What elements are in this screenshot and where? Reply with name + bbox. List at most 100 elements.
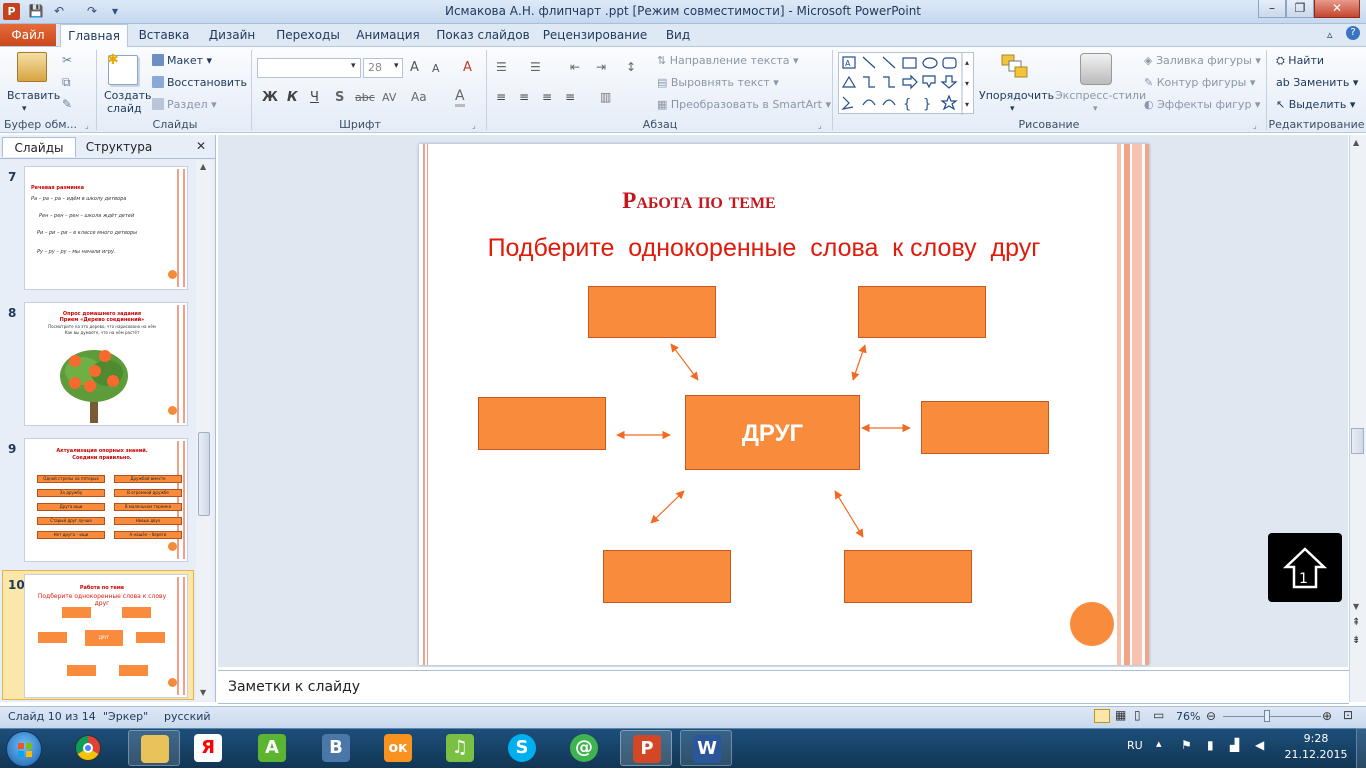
font-family-dropdown-icon[interactable]: ▾ (351, 61, 356, 71)
tab-design[interactable]: Дизайн (200, 24, 264, 46)
taskbar-yandex[interactable]: Я (186, 730, 230, 766)
taskbar-explorer[interactable] (128, 730, 180, 766)
text-direction-button[interactable]: ⇅ Направление текста ▾ (657, 54, 799, 67)
clock-time[interactable]: 9:28 (1290, 732, 1342, 745)
tab-outline[interactable]: Структура (80, 137, 158, 157)
help-icon[interactable]: ? (1346, 26, 1360, 40)
copy-icon[interactable]: ⧉ (62, 75, 71, 90)
tray-expand-icon[interactable]: ▴ (1156, 737, 1162, 750)
tab-slideshow[interactable]: Показ слайдов (432, 24, 534, 46)
quick-styles-button[interactable]: Экспресс-стили (1055, 89, 1146, 102)
align-center-icon[interactable]: ≡ (519, 90, 529, 104)
decrease-indent-icon[interactable]: ⇤ (570, 60, 580, 74)
section-button[interactable]: Раздел ▾ (152, 98, 217, 111)
minimize-ribbon-icon[interactable]: ▵ (1327, 28, 1333, 41)
font-launcher-icon[interactable]: ⌟ (472, 121, 476, 130)
zoom-out-icon[interactable]: ⊖ (1206, 709, 1216, 723)
battery-icon[interactable]: ▮ (1207, 738, 1214, 752)
grow-font-icon[interactable]: A (410, 60, 419, 75)
zoom-slider-thumb[interactable] (1264, 710, 1271, 722)
tab-home[interactable]: Главная (60, 24, 128, 48)
bold-button[interactable]: Ж (262, 90, 278, 105)
font-size-dropdown-icon[interactable]: ▾ (394, 61, 399, 71)
cut-icon[interactable]: ✂ (62, 53, 72, 67)
select-button[interactable]: ↖ Выделить ▾ (1276, 98, 1355, 111)
slide-scroll-thumb[interactable] (1351, 428, 1364, 454)
align-text-button[interactable]: ▤ Выровнять текст ▾ (657, 76, 779, 89)
close-pane-button[interactable]: ✕ (196, 139, 206, 153)
slide-thumbnail-7[interactable]: Речевая разминка Ра – ра – ра – идём в ш… (24, 166, 188, 290)
clipboard-launcher-icon[interactable]: ⌟ (85, 121, 89, 130)
scroll-down-icon[interactable]: ▼ (200, 688, 206, 697)
scroll-up-icon[interactable]: ▲ (1353, 138, 1359, 147)
zoom-level[interactable]: 76% (1176, 710, 1200, 723)
shape-effects-button[interactable]: ◐ Эффекты фигур ▾ (1144, 98, 1260, 111)
arrange-dropdown-icon[interactable]: ▾ (1010, 104, 1015, 114)
tab-file[interactable]: Файл (0, 24, 56, 46)
paste-button[interactable]: Вставить (7, 89, 60, 102)
character-spacing-button[interactable]: AV (382, 91, 396, 104)
quick-styles-dropdown-icon[interactable]: ▾ (1093, 104, 1098, 114)
next-slide-icon[interactable]: ⇟ (1352, 636, 1360, 646)
italic-button[interactable]: К (287, 90, 298, 105)
format-painter-icon[interactable]: ✎ (62, 97, 72, 111)
scroll-down-icon[interactable]: ▼ (1353, 602, 1359, 611)
previous-slide-icon[interactable]: ⇞ (1352, 618, 1360, 628)
tab-view[interactable]: Вид (656, 24, 700, 46)
arrange-icon[interactable] (1000, 53, 1028, 81)
keyboard-language[interactable]: RU (1127, 739, 1143, 752)
tab-animation[interactable]: Анимация (352, 24, 424, 46)
justify-icon[interactable]: ≡ (565, 90, 575, 104)
quick-styles-icon[interactable] (1080, 53, 1112, 85)
notes-pane[interactable] (218, 670, 1349, 704)
current-slide[interactable]: Работа по теме Подберите однокоренные сл… (419, 144, 1149, 665)
drawing-launcher-icon[interactable]: ⌟ (1253, 121, 1257, 130)
tab-slides[interactable]: Слайды (2, 137, 76, 157)
clear-formatting-icon[interactable]: A (463, 60, 472, 75)
new-slide-button-line2[interactable]: слайд (107, 102, 142, 115)
taskbar-vk[interactable]: B (314, 730, 358, 766)
close-button[interactable]: ✕ (1314, 0, 1360, 18)
zoom-in-icon[interactable]: ⊕ (1322, 709, 1332, 723)
show-desktop-button[interactable] (1356, 728, 1366, 768)
taskbar-powerpoint[interactable]: P (620, 730, 672, 766)
taskbar-chrome[interactable] (66, 730, 110, 766)
reset-button[interactable]: Восстановить (152, 76, 247, 89)
volume-icon[interactable]: ◀ (1255, 738, 1264, 752)
slide-sorter-icon[interactable]: ▦ (1115, 708, 1126, 722)
paragraph-launcher-icon[interactable]: ⌟ (818, 121, 822, 130)
new-slide-button[interactable]: Создать (104, 89, 152, 102)
slides-scroll-thumb[interactable] (198, 432, 210, 516)
slides-scrollbar[interactable] (196, 160, 212, 700)
shape-outline-button[interactable]: ✎ Контур фигуры ▾ (1144, 76, 1255, 89)
action-center-icon[interactable]: ⚑ (1181, 738, 1192, 752)
layout-button[interactable]: Макет ▾ (152, 54, 212, 67)
columns-icon[interactable]: ▥ (600, 90, 611, 104)
shadow-button[interactable]: S (335, 90, 344, 105)
shape-fill-button[interactable]: ◈ Заливка фигуры ▾ (1144, 54, 1261, 67)
line-spacing-icon[interactable]: ↕ (626, 60, 636, 74)
replace-button[interactable]: ab Заменить ▾ (1276, 76, 1358, 89)
strikethrough-button[interactable]: abc (355, 91, 375, 104)
reading-view-icon[interactable]: ▯ (1134, 708, 1141, 722)
arrange-button[interactable]: Упорядочить (979, 89, 1054, 102)
maximize-button[interactable]: ❐ (1286, 0, 1314, 18)
slide-thumbnail-9[interactable]: Актуализация опорных знаний. Соедини пра… (24, 438, 188, 562)
align-left-icon[interactable]: ≡ (496, 90, 506, 104)
taskbar-icq[interactable]: @ (562, 730, 606, 766)
language-indicator[interactable]: русский (164, 710, 211, 723)
clock-date[interactable]: 21.12.2015 (1284, 748, 1348, 761)
taskbar-skype[interactable]: S (500, 730, 544, 766)
taskbar-odnoklassniki[interactable]: ок (376, 730, 420, 766)
theme-name[interactable]: "Эркер" (103, 710, 148, 723)
normal-view-icon[interactable] (1094, 709, 1110, 723)
taskbar-app-a[interactable]: A (250, 730, 294, 766)
font-family-select[interactable] (257, 58, 361, 78)
numbering-icon[interactable]: ☰ (530, 60, 541, 74)
zoom-slider[interactable] (1223, 716, 1321, 717)
notes-placeholder[interactable]: Заметки к слайду (228, 679, 360, 695)
tab-review[interactable]: Рецензирование (542, 24, 648, 46)
taskbar-word[interactable]: W (680, 730, 732, 766)
tab-insert[interactable]: Вставка (134, 24, 194, 46)
minimize-button[interactable]: – (1258, 0, 1286, 18)
